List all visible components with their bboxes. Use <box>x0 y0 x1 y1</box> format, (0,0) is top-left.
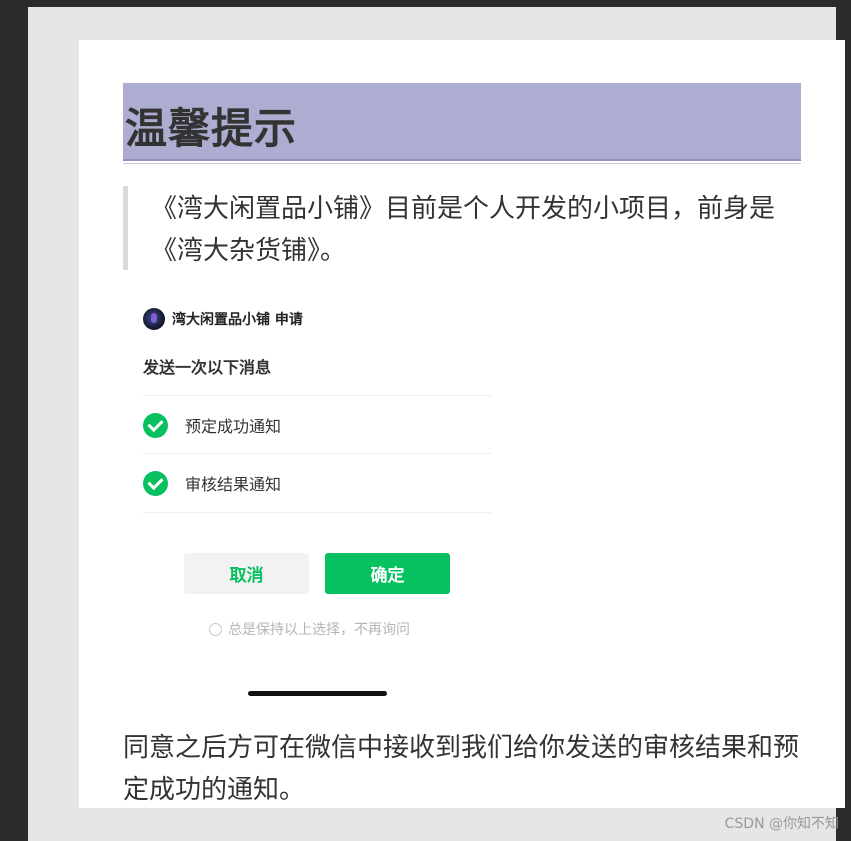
watermark: CSDN @你知不知 <box>724 816 839 832</box>
blockquote-text: 《湾大闲置品小铺》目前是个人开发的小项目，前身是《湾大杂货铺》。 <box>151 194 776 266</box>
divider <box>143 453 491 454</box>
title-divider <box>123 163 801 164</box>
blockquote-bar <box>123 186 128 270</box>
title-banner: 温馨提示 <box>123 83 801 161</box>
check-circle-icon[interactable] <box>143 412 168 438</box>
confirm-button[interactable]: 确定 <box>325 553 450 594</box>
footer-paragraph: 同意之后方可在微信中接收到我们给你发送的审核结果和预定成功的通知。 <box>123 733 800 805</box>
dialog-header-text: 湾大闲置品小铺 申请 <box>172 312 303 328</box>
cancel-button[interactable]: 取消 <box>184 553 309 594</box>
home-indicator <box>248 691 387 696</box>
send-message-label: 发送一次以下消息 <box>143 358 272 377</box>
radio-icon[interactable] <box>209 622 222 636</box>
content-card: 温馨提示 《湾大闲置品小铺》目前是个人开发的小项目，前身是《湾大杂货铺》。 湾大… <box>79 40 845 808</box>
document-frame: 温馨提示 《湾大闲置品小铺》目前是个人开发的小项目，前身是《湾大杂货铺》。 湾大… <box>28 7 845 841</box>
subscription-item-label: 审核结果通知 <box>185 475 282 494</box>
subscription-item[interactable]: 预定成功通知 <box>143 410 281 440</box>
divider <box>143 395 491 396</box>
keep-choice-label: 总是保持以上选择，不再询问 <box>228 622 410 638</box>
page-title: 温馨提示 <box>125 104 298 153</box>
dialog-header: 湾大闲置品小铺 申请 <box>143 306 303 332</box>
check-circle-icon[interactable] <box>143 470 168 496</box>
app-avatar-icon <box>143 308 165 330</box>
keep-choice-option[interactable]: 总是保持以上选择，不再询问 <box>209 619 410 639</box>
subscription-item-label: 预定成功通知 <box>185 417 282 436</box>
subscription-item[interactable]: 审核结果通知 <box>143 468 281 498</box>
divider <box>143 512 491 513</box>
